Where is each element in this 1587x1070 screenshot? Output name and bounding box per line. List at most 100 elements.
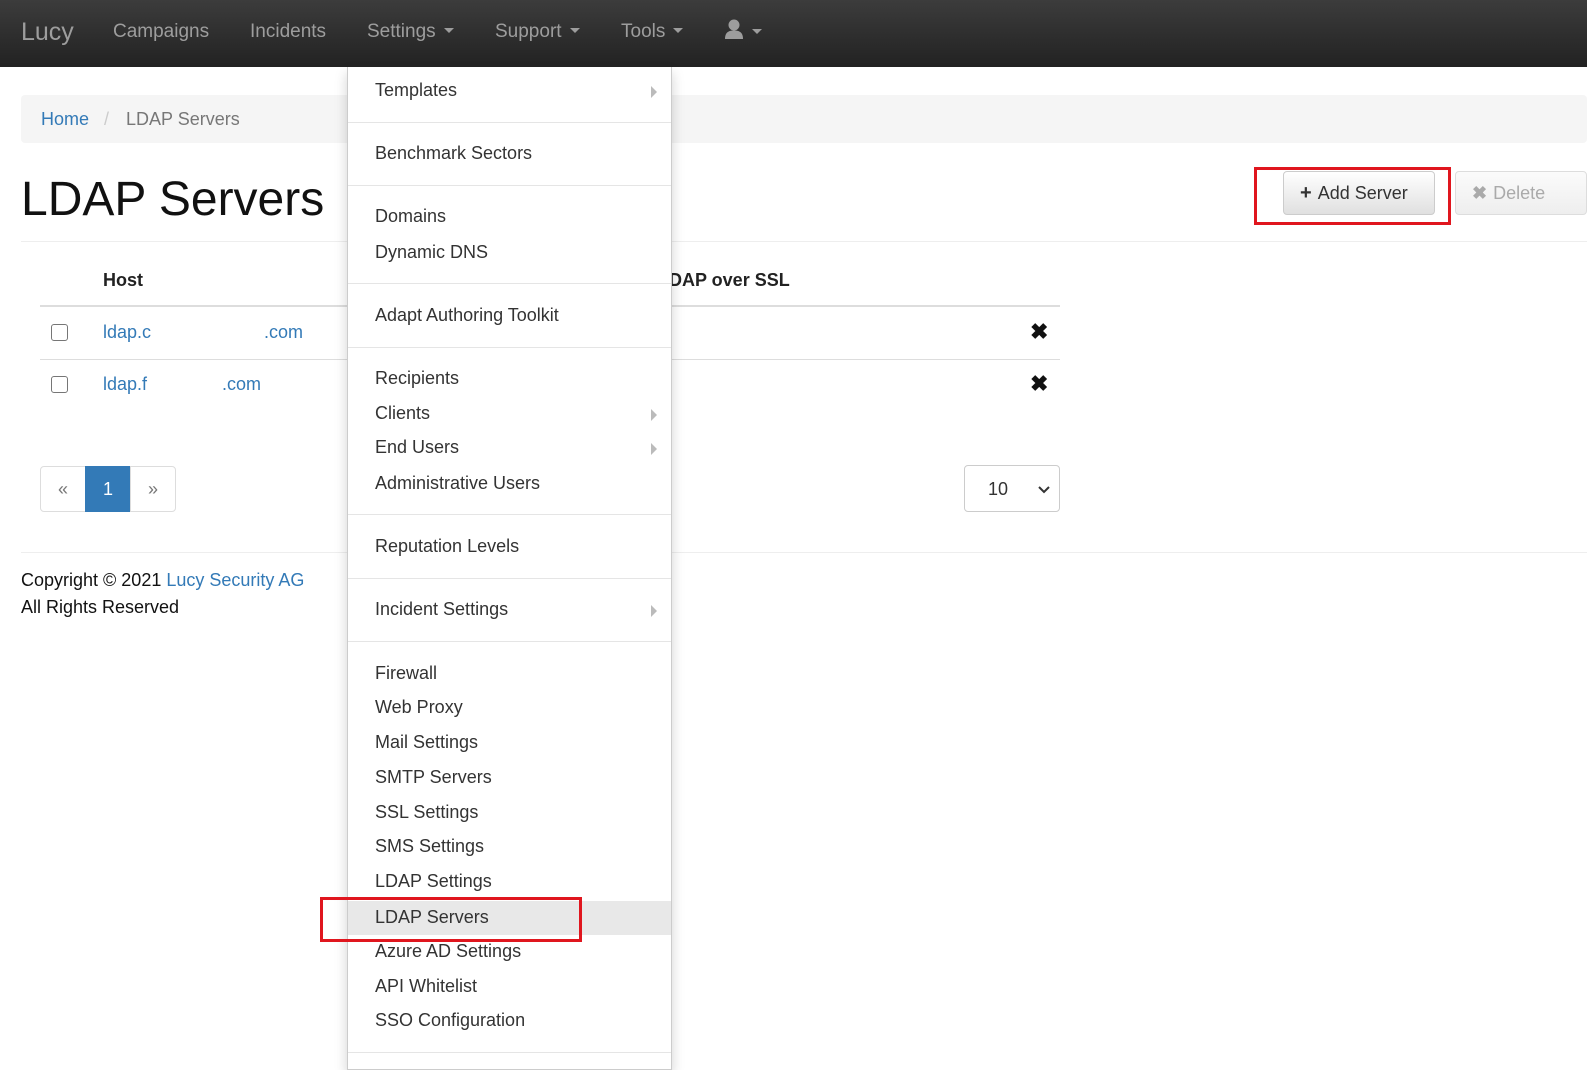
page-title: LDAP Servers	[21, 173, 325, 226]
menu-item-label: Templates	[375, 80, 458, 100]
menu-item-clients[interactable]: Clients	[348, 397, 671, 431]
host-link[interactable]: ldap.f	[103, 374, 147, 395]
menu-item-label: Azure AD Settings	[375, 941, 522, 961]
ssl-disabled-icon: ✖	[1030, 371, 1049, 396]
title-divider	[21, 241, 1587, 242]
breadcrumb-current: LDAP Servers	[126, 109, 240, 129]
menu-divider	[348, 185, 671, 186]
company-link[interactable]: Lucy Security AG	[166, 570, 304, 590]
nav-tools-label: Tools	[621, 21, 666, 42]
menu-divider	[348, 1052, 671, 1053]
menu-divider	[348, 283, 671, 284]
navbar: Lucy Campaigns Incidents Settings Suppor…	[0, 0, 1587, 67]
caret-right-icon	[651, 443, 657, 455]
copyright-text: Copyright © 2021	[21, 570, 162, 590]
delete-button[interactable]: ✖ Delete	[1455, 171, 1587, 215]
row-checkbox[interactable]	[51, 376, 68, 393]
brand-logo[interactable]: Lucy	[21, 18, 74, 47]
menu-item-templates[interactable]: Templates	[348, 74, 671, 108]
menu-divider	[348, 122, 671, 123]
menu-item-api-whitelist[interactable]: API Whitelist	[348, 970, 671, 1004]
nav-campaigns[interactable]: Campaigns	[113, 21, 209, 43]
menu-item-label: Recipients	[375, 368, 460, 388]
menu-item-label: Dynamic DNS	[375, 242, 489, 262]
pagination-prev[interactable]: «	[40, 466, 86, 512]
x-icon: ✖	[1472, 182, 1488, 203]
highlight-box-ldap-servers	[320, 897, 582, 942]
user-icon	[725, 19, 743, 39]
caret-right-icon	[651, 605, 657, 617]
nav-incidents[interactable]: Incidents	[250, 21, 326, 43]
menu-item-firewall[interactable]: Firewall	[348, 657, 671, 691]
menu-divider	[348, 514, 671, 515]
menu-item-label: SMS Settings	[375, 836, 485, 856]
nav-tools[interactable]: Tools	[621, 21, 684, 43]
breadcrumb-separator: /	[104, 109, 110, 129]
menu-item-administrative-users[interactable]: Administrative Users	[348, 467, 671, 501]
footer-divider	[21, 552, 1587, 553]
menu-item-smtp-servers[interactable]: SMTP Servers	[348, 761, 671, 795]
copyright: Copyright © 2021 Lucy Security AG	[21, 570, 304, 591]
menu-divider	[348, 578, 671, 579]
menu-item-incident-settings[interactable]: Incident Settings	[348, 593, 671, 627]
delete-label: Delete	[1493, 182, 1546, 203]
menu-item-label: Incident Settings	[375, 599, 509, 619]
menu-item-ldap-settings[interactable]: LDAP Settings	[348, 865, 671, 899]
menu-divider	[348, 641, 671, 642]
menu-item-label: SSO Configuration	[375, 1010, 526, 1030]
menu-item-recipients[interactable]: Recipients	[348, 362, 671, 396]
menu-item-ssl-settings[interactable]: SSL Settings	[348, 796, 671, 830]
menu-item-dynamic-dns[interactable]: Dynamic DNS	[348, 236, 671, 270]
menu-item-label: Domains	[375, 206, 447, 226]
breadcrumb: Home / LDAP Servers	[21, 95, 1587, 143]
nav-settings-label: Settings	[367, 21, 436, 42]
host-link[interactable]: ldap.c	[103, 322, 151, 343]
host-link-suffix[interactable]: .com	[264, 322, 303, 343]
menu-item-label: Reputation Levels	[375, 536, 520, 556]
column-header-host[interactable]: Host	[103, 270, 143, 291]
caret-right-icon	[651, 86, 657, 98]
menu-item-domains[interactable]: Domains	[348, 200, 671, 234]
page-size-select[interactable]: 10	[964, 465, 1060, 512]
caret-down-icon	[673, 28, 684, 33]
nav-user-menu[interactable]	[724, 18, 762, 44]
caret-down-icon	[443, 28, 454, 33]
column-header-ssl[interactable]: DAP over SSL	[669, 270, 790, 291]
menu-divider	[348, 347, 671, 348]
menu-item-label: Administrative Users	[375, 473, 541, 493]
menu-item-reputation-levels[interactable]: Reputation Levels	[348, 530, 671, 564]
menu-item-adapt-authoring-toolkit[interactable]: Adapt Authoring Toolkit	[348, 299, 671, 333]
nav-campaigns-label: Campaigns	[113, 21, 210, 42]
menu-item-web-proxy[interactable]: Web Proxy	[348, 691, 671, 725]
nav-incidents-label: Incidents	[250, 21, 327, 42]
row-checkbox[interactable]	[51, 324, 68, 341]
page-size-value: 10	[988, 479, 1009, 499]
menu-item-sso-configuration[interactable]: SSO Configuration	[348, 1004, 671, 1038]
rights-text: All Rights Reserved	[21, 597, 180, 617]
menu-item-mail-settings[interactable]: Mail Settings	[348, 726, 671, 760]
nav-support[interactable]: Support	[495, 21, 580, 43]
nav-support-label: Support	[495, 21, 562, 42]
menu-item-label: Web Proxy	[375, 697, 463, 717]
menu-item-label: End Users	[375, 437, 460, 457]
pagination-next[interactable]: »	[130, 466, 176, 512]
menu-item-label: Mail Settings	[375, 732, 479, 752]
breadcrumb-home[interactable]: Home	[41, 109, 89, 130]
host-link-suffix[interactable]: .com	[222, 374, 261, 395]
highlight-box-add-server	[1254, 167, 1451, 225]
menu-item-label: LDAP Settings	[375, 871, 492, 891]
menu-item-benchmark-sectors[interactable]: Benchmark Sectors	[348, 137, 671, 171]
caret-right-icon	[651, 409, 657, 421]
menu-item-label: Clients	[375, 403, 431, 423]
menu-item-end-users[interactable]: End Users	[348, 431, 671, 465]
nav-settings[interactable]: Settings	[367, 21, 454, 43]
menu-item-label: Benchmark Sectors	[375, 143, 533, 163]
menu-item-sms-settings[interactable]: SMS Settings	[348, 830, 671, 864]
ssl-disabled-icon: ✖	[1030, 319, 1049, 344]
menu-item-label: Adapt Authoring Toolkit	[375, 305, 559, 325]
menu-item-label: API Whitelist	[375, 976, 478, 996]
caret-down-icon	[569, 28, 580, 33]
menu-item-label: SSL Settings	[375, 802, 479, 822]
chevron-down-icon	[1038, 486, 1050, 494]
pagination-page-1[interactable]: 1	[85, 466, 131, 512]
